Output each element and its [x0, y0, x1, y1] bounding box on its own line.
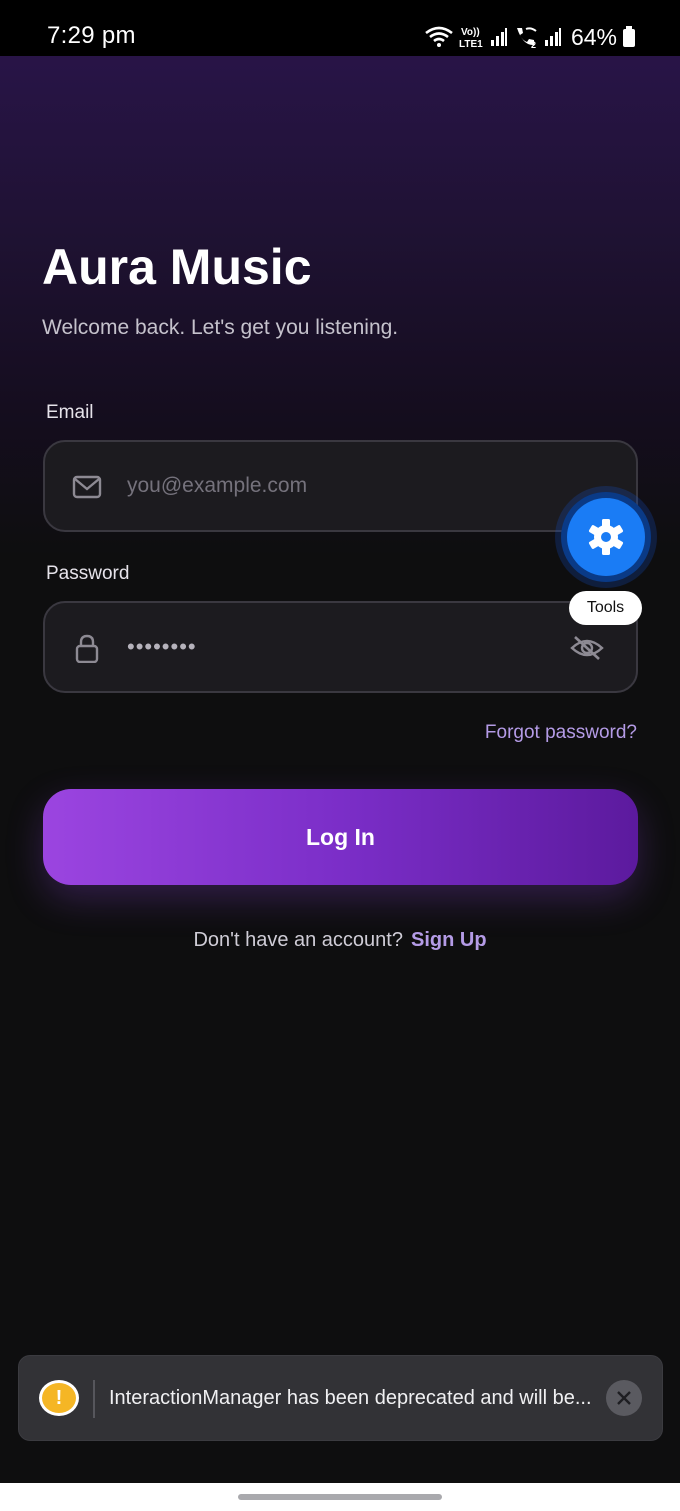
- tools-button[interactable]: [561, 492, 651, 582]
- wifi-icon: [425, 26, 453, 47]
- signup-link[interactable]: Sign Up: [411, 929, 487, 951]
- battery-icon: [623, 26, 635, 47]
- svg-text:LTE1: LTE1: [459, 39, 483, 49]
- forgot-password-link[interactable]: Forgot password?: [485, 722, 637, 744]
- gear-icon: [588, 519, 624, 555]
- signup-row: Don't have an account? Sign Up: [0, 929, 680, 952]
- navigation-bar: [0, 1483, 680, 1511]
- status-icons: Vo)) LTE1 2 64%: [424, 22, 636, 52]
- home-indicator[interactable]: [238, 1494, 442, 1500]
- deprecation-toast[interactable]: ! InteractionManager has been deprecated…: [18, 1355, 663, 1441]
- toast-message: InteractionManager has been deprecated a…: [109, 1387, 592, 1409]
- password-label: Password: [46, 563, 130, 584]
- login-screen: 7:29 pm Vo)) LTE1 2 64% Aura Music Welco…: [0, 0, 680, 1511]
- status-bar: 7:29 pm Vo)) LTE1 2 64%: [0, 0, 680, 56]
- email-label: Email: [46, 402, 94, 423]
- login-button[interactable]: Log In: [43, 789, 638, 885]
- eye-off-icon[interactable]: [570, 634, 604, 662]
- warning-icon: !: [39, 1380, 79, 1416]
- battery-percentage: 64%: [570, 23, 617, 50]
- toast-divider: [93, 1380, 95, 1418]
- welcome-subtitle: Welcome back. Let's get you listening.: [42, 316, 399, 339]
- close-icon[interactable]: [606, 1380, 642, 1416]
- mail-icon: [72, 475, 102, 499]
- signal-icon: [490, 28, 507, 46]
- tools-tooltip: Tools: [569, 591, 642, 625]
- signal-icon: [544, 28, 561, 46]
- signup-prompt: Don't have an account?: [193, 929, 403, 951]
- lock-icon: [75, 634, 99, 663]
- status-time: 7:29 pm: [47, 22, 136, 49]
- password-value: ••••••••: [127, 634, 197, 659]
- password-field[interactable]: ••••••••: [43, 601, 638, 693]
- wifi-calling-icon: 2: [516, 27, 537, 49]
- svg-text:Vo)): Vo)): [461, 27, 480, 38]
- tools-button-inner[interactable]: [567, 498, 645, 576]
- svg-text:2: 2: [531, 40, 536, 49]
- volte-lte1-icon: Vo)) LTE1: [459, 27, 483, 49]
- email-field[interactable]: you@example.com: [43, 440, 638, 532]
- email-placeholder: you@example.com: [127, 474, 308, 497]
- app-title: Aura Music: [42, 239, 312, 295]
